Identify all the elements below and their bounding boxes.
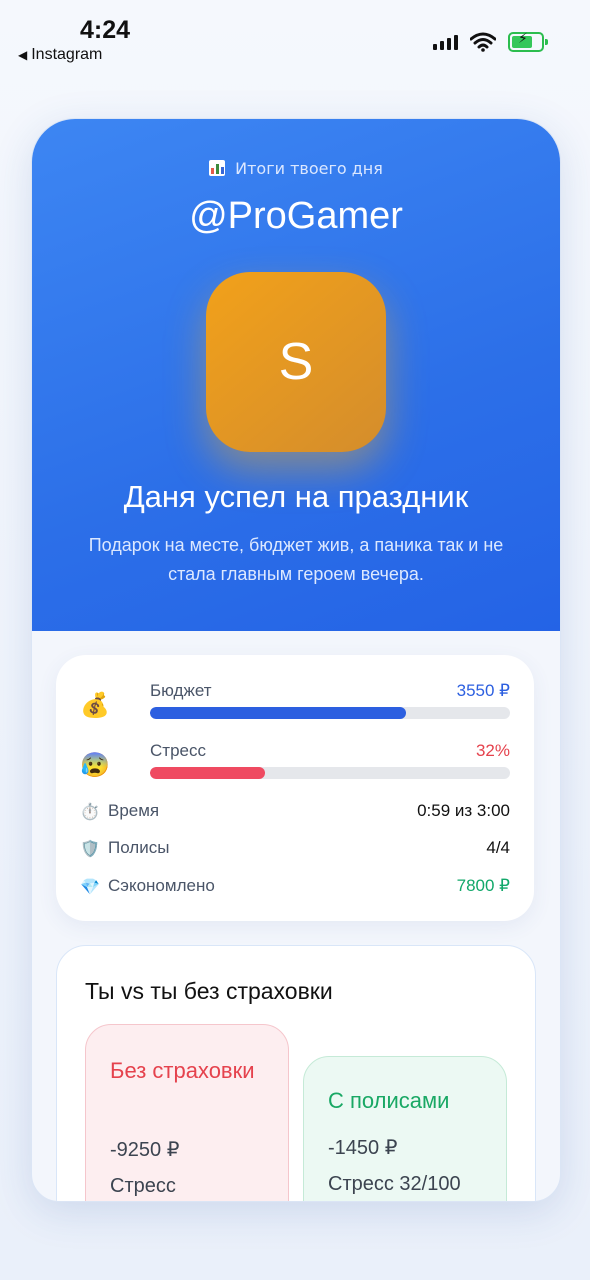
without-insurance-title: Без страховки bbox=[110, 1058, 255, 1083]
comparison-title: Ты vs ты без страховки bbox=[85, 978, 333, 1004]
policies-label: Полисы bbox=[108, 838, 170, 857]
back-app-label: Instagram bbox=[31, 46, 103, 63]
status-bar: 4:24 ◀ Instagram ⚡ bbox=[0, 0, 590, 80]
saved-row: 💎 Сэкономлено 7800 ₽ bbox=[80, 876, 510, 900]
back-to-app-link[interactable]: ◀ Instagram bbox=[18, 46, 102, 64]
status-time: 4:24 bbox=[80, 16, 131, 44]
without-insurance-card: Без страховки -9250 ₽ Стресс bbox=[85, 1024, 289, 1201]
with-policies-amount: -1450 ₽ bbox=[328, 1137, 398, 1159]
hero-subtitle-text: Итоги твоего дня bbox=[235, 159, 383, 178]
with-policies-card: С полисами -1450 ₽ Стресс 32/100 bbox=[303, 1056, 507, 1201]
cellular-signal-icon bbox=[433, 34, 458, 50]
avatar-letter: S bbox=[278, 333, 314, 391]
result-description: Подарок на месте, бюджет жив, а паника т… bbox=[88, 535, 504, 584]
saved-label: Сэкономлено bbox=[108, 876, 215, 895]
time-label: Время bbox=[108, 801, 160, 820]
user-handle: @ProGamer bbox=[189, 195, 403, 237]
shield-icon: 🛡️ bbox=[80, 841, 100, 858]
saved-value: 7800 ₽ bbox=[456, 876, 510, 895]
hero-section: Итоги твоего дня @ProGamer S Даня успел … bbox=[32, 119, 560, 631]
wifi-icon bbox=[470, 32, 496, 52]
budget-label: Бюджет bbox=[150, 681, 212, 700]
gem-icon: 💎 bbox=[80, 879, 100, 896]
stress-meter: 😰 Стресс 32% bbox=[80, 741, 510, 791]
stress-bar-fill bbox=[150, 767, 266, 779]
without-insurance-stress: Стресс bbox=[110, 1175, 176, 1197]
budget-meter: 💰 Бюджет 3550 ₽ bbox=[80, 681, 510, 731]
battery-charging-icon: ⚡ bbox=[508, 31, 548, 52]
money-bag-icon: 💰 bbox=[80, 692, 110, 719]
status-icons: ⚡ bbox=[433, 31, 548, 52]
time-value: 0:59 из 3:00 bbox=[417, 801, 510, 820]
comparison-panel: Ты vs ты без страховки Без страховки -92… bbox=[56, 945, 536, 1201]
budget-track bbox=[150, 707, 510, 719]
with-policies-title: С полисами bbox=[328, 1088, 450, 1113]
result-title: Даня успел на праздник bbox=[123, 479, 469, 514]
bar-chart-icon bbox=[209, 160, 226, 176]
policies-value: 4/4 bbox=[486, 838, 510, 857]
with-policies-stress: Стресс 32/100 bbox=[328, 1173, 461, 1195]
stress-value: 32% bbox=[475, 741, 510, 760]
budget-value: 3550 ₽ bbox=[456, 681, 510, 700]
back-arrow-icon: ◀ bbox=[18, 48, 28, 62]
stress-track bbox=[150, 767, 510, 779]
stopwatch-icon: ⏱️ bbox=[80, 804, 100, 821]
day-summary-card: Итоги твоего дня @ProGamer S Даня успел … bbox=[31, 118, 561, 1202]
stress-label: Стресс bbox=[150, 741, 206, 760]
anxious-face-icon: 😰 bbox=[80, 752, 110, 779]
avatar: S bbox=[206, 272, 386, 452]
budget-bar-fill bbox=[150, 707, 406, 719]
stats-panel: 💰 Бюджет 3550 ₽ 😰 Стресс 32% ⏱️ Время 0:… bbox=[56, 655, 534, 921]
hero-subtitle: Итоги твоего дня bbox=[32, 159, 560, 178]
time-row: ⏱️ Время 0:59 из 3:00 bbox=[80, 801, 510, 825]
policies-row: 🛡️ Полисы 4/4 bbox=[80, 838, 510, 862]
without-insurance-amount: -9250 ₽ bbox=[110, 1139, 180, 1161]
